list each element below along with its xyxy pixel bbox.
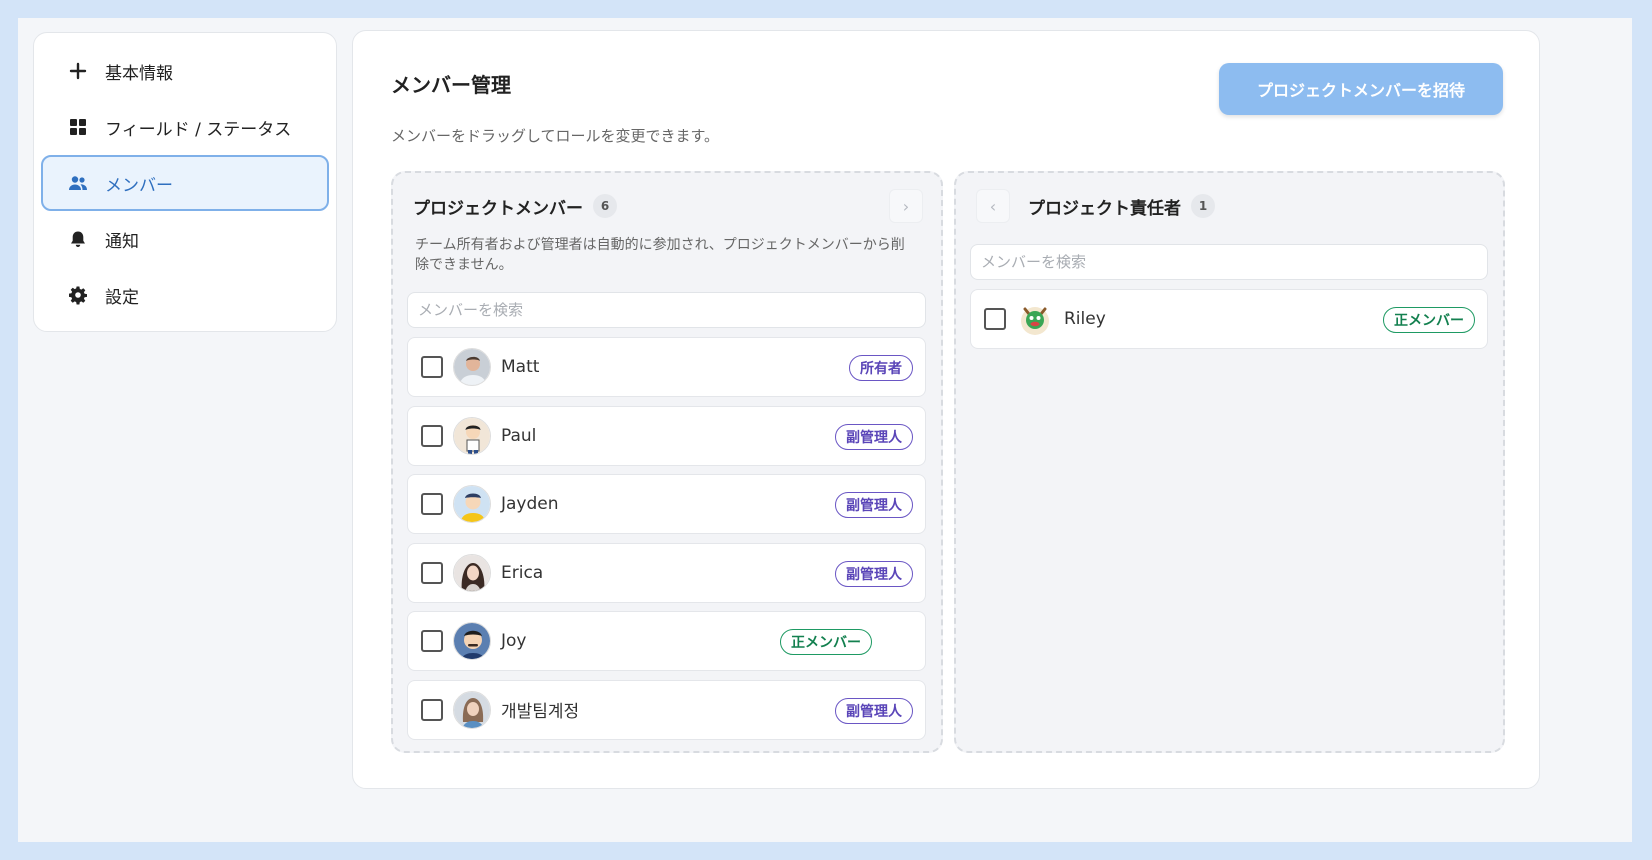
invite-member-button[interactable]: プロジェクトメンバーを招待 <box>1219 63 1503 115</box>
project-members-column[interactable]: プロジェクトメンバー 6 › チーム所有者および管理者は自動的に参加され、プロジ… <box>391 171 943 753</box>
role-badge[interactable]: 副管理人 <box>835 492 913 518</box>
member-name: Erica <box>501 562 544 583</box>
sidebar-item-label: 基本情報 <box>105 63 173 84</box>
sidebar-item-fields-status[interactable]: フィールド / ステータス <box>41 99 329 155</box>
member-checkbox[interactable] <box>421 424 443 447</box>
member-row[interactable]: Matt 所有者 <box>407 337 926 397</box>
member-checkbox[interactable] <box>421 356 443 378</box>
member-checkbox[interactable] <box>421 493 443 515</box>
role-badge[interactable]: 副管理人 <box>835 423 913 450</box>
member-checkbox[interactable] <box>984 308 1006 330</box>
sidebar-item-members[interactable]: メンバー <box>41 155 329 211</box>
member-row[interactable]: Joy 正メンバー <box>407 611 926 671</box>
project-owners-column[interactable]: ‹ プロジェクト責任者 1 Riley 正メンバー <box>954 171 1505 753</box>
page-title: メンバー管理 <box>391 73 511 97</box>
sidebar-item-label: フィールド / ステータス <box>105 119 292 140</box>
column-title: プロジェクトメンバー <box>413 198 583 219</box>
owner-search-input[interactable] <box>970 244 1488 280</box>
member-count-badge: 6 <box>593 194 617 218</box>
member-row[interactable]: Paul 副管理人 <box>407 405 926 466</box>
sidebar-item-notifications[interactable]: 通知 <box>41 211 329 267</box>
role-badge[interactable]: 正メンバー <box>1383 307 1475 333</box>
sidebar-item-label: メンバー <box>105 175 173 196</box>
member-row[interactable]: Erica 副管理人 <box>407 542 926 603</box>
role-badge[interactable]: 正メンバー <box>780 629 872 655</box>
member-list: Matt 所有者 Paul 副管理人 Jayden 副管理人 Erica 副管理… <box>407 337 926 748</box>
role-badge[interactable]: 副管理人 <box>835 560 913 587</box>
avatar <box>453 348 491 386</box>
member-row[interactable]: Jayden 副管理人 <box>407 474 926 534</box>
member-name: Joy <box>501 631 527 651</box>
column-header: ‹ プロジェクト責任者 1 <box>976 189 1483 223</box>
avatar <box>453 553 491 592</box>
member-checkbox[interactable] <box>421 698 443 721</box>
member-name: Jayden <box>501 494 559 514</box>
member-name: Matt <box>501 357 540 377</box>
page-subtitle: メンバーをドラッグしてロールを変更できます。 <box>391 127 720 145</box>
sidebar-item-label: 設定 <box>105 287 139 308</box>
member-name: 개발팀계정 <box>501 702 580 722</box>
plus-icon <box>67 60 89 82</box>
sidebar-item-label: 通知 <box>105 231 139 252</box>
sidebar-item-basic-info[interactable]: 基本情報 <box>41 43 329 99</box>
sidebar-item-settings[interactable]: 設定 <box>41 267 329 323</box>
avatar <box>453 622 491 660</box>
member-name: Riley <box>1064 309 1106 329</box>
app-frame: 基本情報 フィールド / ステータス メンバー 通知 設定 メンバー管理 メンバ… <box>18 18 1632 842</box>
users-icon <box>67 172 89 194</box>
member-row[interactable]: 개발팀계정 副管理人 <box>407 679 926 740</box>
member-checkbox[interactable] <box>421 561 443 584</box>
owner-count-badge: 1 <box>1191 194 1215 218</box>
gear-icon <box>67 284 89 306</box>
grid-icon <box>67 116 89 138</box>
member-row[interactable]: Riley 正メンバー <box>970 289 1488 349</box>
chevron-left-icon[interactable]: ‹ <box>976 189 1010 223</box>
member-management-panel: メンバー管理 メンバーをドラッグしてロールを変更できます。 プロジェクトメンバー… <box>352 30 1540 789</box>
column-title: プロジェクト責任者 <box>1028 198 1181 219</box>
member-search-input[interactable] <box>407 292 926 328</box>
member-name: Paul <box>501 425 537 446</box>
bell-icon <box>67 228 89 250</box>
avatar <box>1016 300 1054 338</box>
member-checkbox[interactable] <box>421 630 443 652</box>
role-badge[interactable]: 副管理人 <box>835 697 913 724</box>
avatar <box>453 485 491 523</box>
owner-list: Riley 正メンバー <box>970 289 1488 358</box>
settings-sidebar: 基本情報 フィールド / ステータス メンバー 通知 設定 <box>33 32 337 332</box>
avatar <box>453 690 491 729</box>
role-badge[interactable]: 所有者 <box>849 355 913 381</box>
avatar <box>453 416 491 455</box>
column-header: プロジェクトメンバー 6 › <box>413 189 923 223</box>
chevron-right-icon[interactable]: › <box>889 189 923 223</box>
column-description: チーム所有者および管理者は自動的に参加され、プロジェクトメンバーから削除できませ… <box>415 237 905 273</box>
